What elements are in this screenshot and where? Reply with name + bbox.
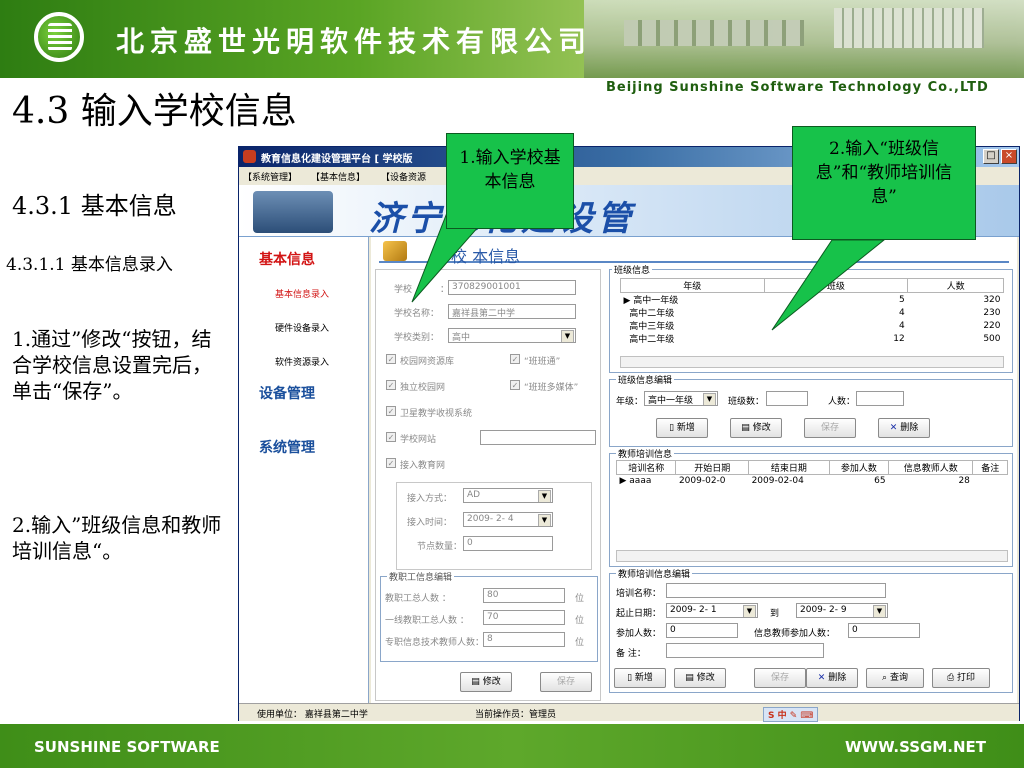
callout2-text: 2.输入“班级信息”和“教师培训信息”: [815, 139, 953, 207]
callout1-text: 1.输入学校基本信息: [459, 148, 561, 192]
callout2-pointer: [771, 239, 886, 331]
callout1: 1.输入学校基本信息: [446, 133, 574, 229]
footer-left: SUNSHINE SOFTWARE: [34, 738, 220, 756]
callout2: 2.输入“班级信息”和“教师培训信息”: [792, 126, 976, 240]
slide-footer: SUNSHINE SOFTWARE WWW.SSGM.NET: [0, 724, 1024, 768]
callout-pointers: [411, 199, 886, 331]
footer-url: WWW.SSGM.NET: [844, 738, 986, 756]
